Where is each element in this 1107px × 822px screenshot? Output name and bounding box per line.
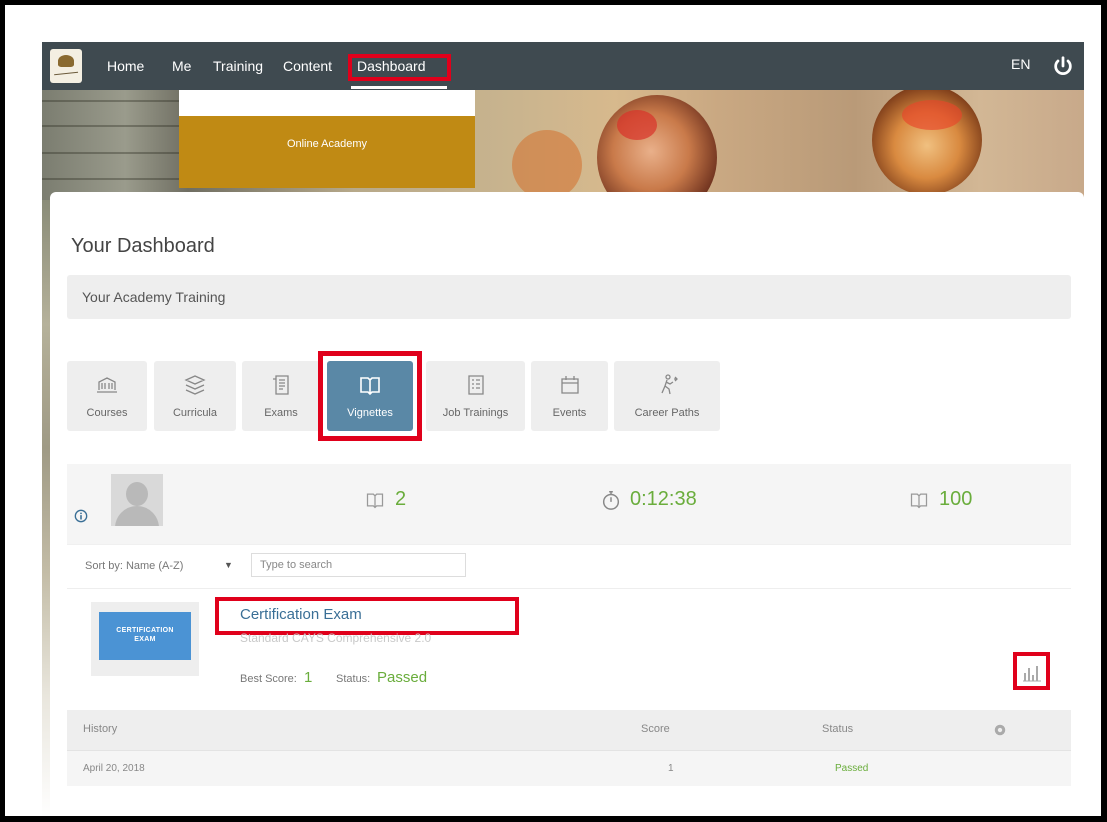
tab-label: Events bbox=[552, 407, 587, 419]
banner-wood-line bbox=[42, 125, 182, 127]
tab-label: Courses bbox=[86, 407, 128, 419]
history-score: 1 bbox=[668, 763, 674, 774]
avatar-head bbox=[126, 482, 148, 506]
tab-events[interactable]: Events bbox=[531, 361, 608, 431]
column-header-status: Status bbox=[822, 723, 854, 735]
dashboard-highlight-box bbox=[348, 54, 451, 81]
column-header-history: History bbox=[83, 723, 118, 735]
list-item: CERTIFICATION EXAM Certification Exam St… bbox=[67, 588, 1071, 710]
tab-label: Curricula bbox=[172, 407, 217, 419]
tab-label: Job Trainings bbox=[442, 407, 509, 419]
nav-training[interactable]: Training bbox=[213, 56, 263, 76]
history-date: April 20, 2018 bbox=[83, 763, 145, 774]
logo-script bbox=[53, 69, 79, 76]
nav-active-underline bbox=[351, 86, 447, 89]
item-title-link[interactable]: Certification Exam bbox=[240, 606, 362, 623]
stat-vignettes-count: 2 bbox=[363, 488, 406, 511]
nav-content[interactable]: Content bbox=[283, 56, 332, 76]
item-subtitle: Standard CAYS Comprehensive 2.0 bbox=[240, 631, 432, 645]
stats-chart-button[interactable] bbox=[1013, 652, 1050, 690]
chevron-down-icon[interactable]: ▼ bbox=[224, 560, 233, 570]
thumb-line-1: CERTIFICATION bbox=[116, 627, 174, 634]
banner-photo-color bbox=[512, 130, 582, 200]
stat-score-total: 100 bbox=[907, 488, 972, 511]
column-header-score: Score bbox=[641, 723, 670, 735]
sort-dropdown[interactable]: Sort by: Name (A-Z) bbox=[85, 560, 183, 572]
stat-vignettes-value: 2 bbox=[395, 488, 407, 510]
tab-career-paths[interactable]: Career Paths bbox=[614, 361, 720, 431]
tab-curricula[interactable]: Curricula bbox=[154, 361, 236, 431]
nav-me[interactable]: Me bbox=[172, 56, 191, 76]
status-value: Passed bbox=[377, 669, 428, 686]
banner-white-block bbox=[179, 90, 475, 116]
banner-wood-line bbox=[42, 152, 182, 154]
page-title: Your Dashboard bbox=[71, 235, 215, 257]
search-input[interactable] bbox=[251, 553, 466, 577]
tab-label: Exams bbox=[264, 407, 298, 419]
banner-photo-color bbox=[617, 110, 657, 140]
stats-row: 2 0:12:38 100 bbox=[67, 464, 1071, 544]
banner-wood-line bbox=[42, 178, 182, 180]
logo-leaf-icon bbox=[58, 55, 74, 67]
score-stat-icon bbox=[910, 493, 928, 509]
hero-banner: Online Academy bbox=[42, 90, 1084, 200]
vignettes-stat-icon bbox=[366, 493, 384, 509]
vignettes-highlight-box bbox=[318, 351, 422, 441]
stat-time-value: 0:12:38 bbox=[630, 488, 697, 510]
avatar bbox=[111, 474, 163, 526]
status-label: Status: bbox=[336, 673, 371, 685]
events-icon bbox=[560, 376, 579, 394]
gear-icon[interactable] bbox=[993, 723, 1007, 737]
stopwatch-icon bbox=[602, 490, 620, 510]
section-header: Your Academy Training bbox=[67, 275, 1071, 319]
tab-exams[interactable]: Exams bbox=[242, 361, 320, 431]
stat-time-spent: 0:12:38 bbox=[600, 488, 697, 511]
tab-job-trainings[interactable]: Job Trainings bbox=[426, 361, 525, 431]
table-row: April 20, 2018 1 Passed bbox=[67, 750, 1071, 786]
bar-chart-icon bbox=[1023, 666, 1041, 682]
thumb-line-2: EXAM bbox=[134, 636, 156, 643]
thumbnail-badge: CERTIFICATION EXAM bbox=[99, 612, 191, 660]
screenshot-frame: Home Me Training Content Dashboard EN On… bbox=[0, 0, 1107, 822]
banner-wood-line bbox=[42, 100, 182, 102]
academy-label: Online Academy bbox=[286, 138, 368, 150]
tab-label: Career Paths bbox=[634, 407, 700, 419]
top-navigation-bar: Home Me Training Content Dashboard EN bbox=[42, 42, 1084, 90]
banner-photo-color bbox=[902, 100, 962, 130]
history-table-header: History Score Status bbox=[67, 710, 1071, 750]
exams-icon bbox=[273, 375, 289, 395]
nav-home[interactable]: Home bbox=[107, 56, 144, 76]
tab-courses[interactable]: Courses bbox=[67, 361, 147, 431]
sort-search-row: Sort by: Name (A-Z) ▼ bbox=[67, 544, 1071, 588]
best-score-value: 1 bbox=[304, 669, 313, 686]
job-trainings-icon bbox=[467, 375, 484, 395]
courses-icon bbox=[97, 377, 117, 393]
avatar-body bbox=[115, 506, 159, 526]
career-paths-icon bbox=[661, 374, 678, 395]
section-title: Your Academy Training bbox=[82, 289, 226, 305]
academy-label-box: Online Academy bbox=[179, 116, 475, 188]
curricula-icon bbox=[184, 375, 206, 395]
language-selector[interactable]: EN bbox=[1011, 56, 1030, 72]
background-strip bbox=[42, 200, 50, 816]
best-score-label: Best Score: bbox=[240, 673, 297, 685]
banner-photo-child bbox=[597, 95, 717, 200]
power-icon[interactable] bbox=[1052, 55, 1074, 77]
item-thumbnail[interactable]: CERTIFICATION EXAM bbox=[91, 602, 199, 676]
info-icon[interactable] bbox=[74, 509, 88, 523]
history-status: Passed bbox=[835, 763, 869, 774]
logo[interactable] bbox=[50, 49, 82, 83]
stat-score-value: 100 bbox=[939, 488, 973, 510]
